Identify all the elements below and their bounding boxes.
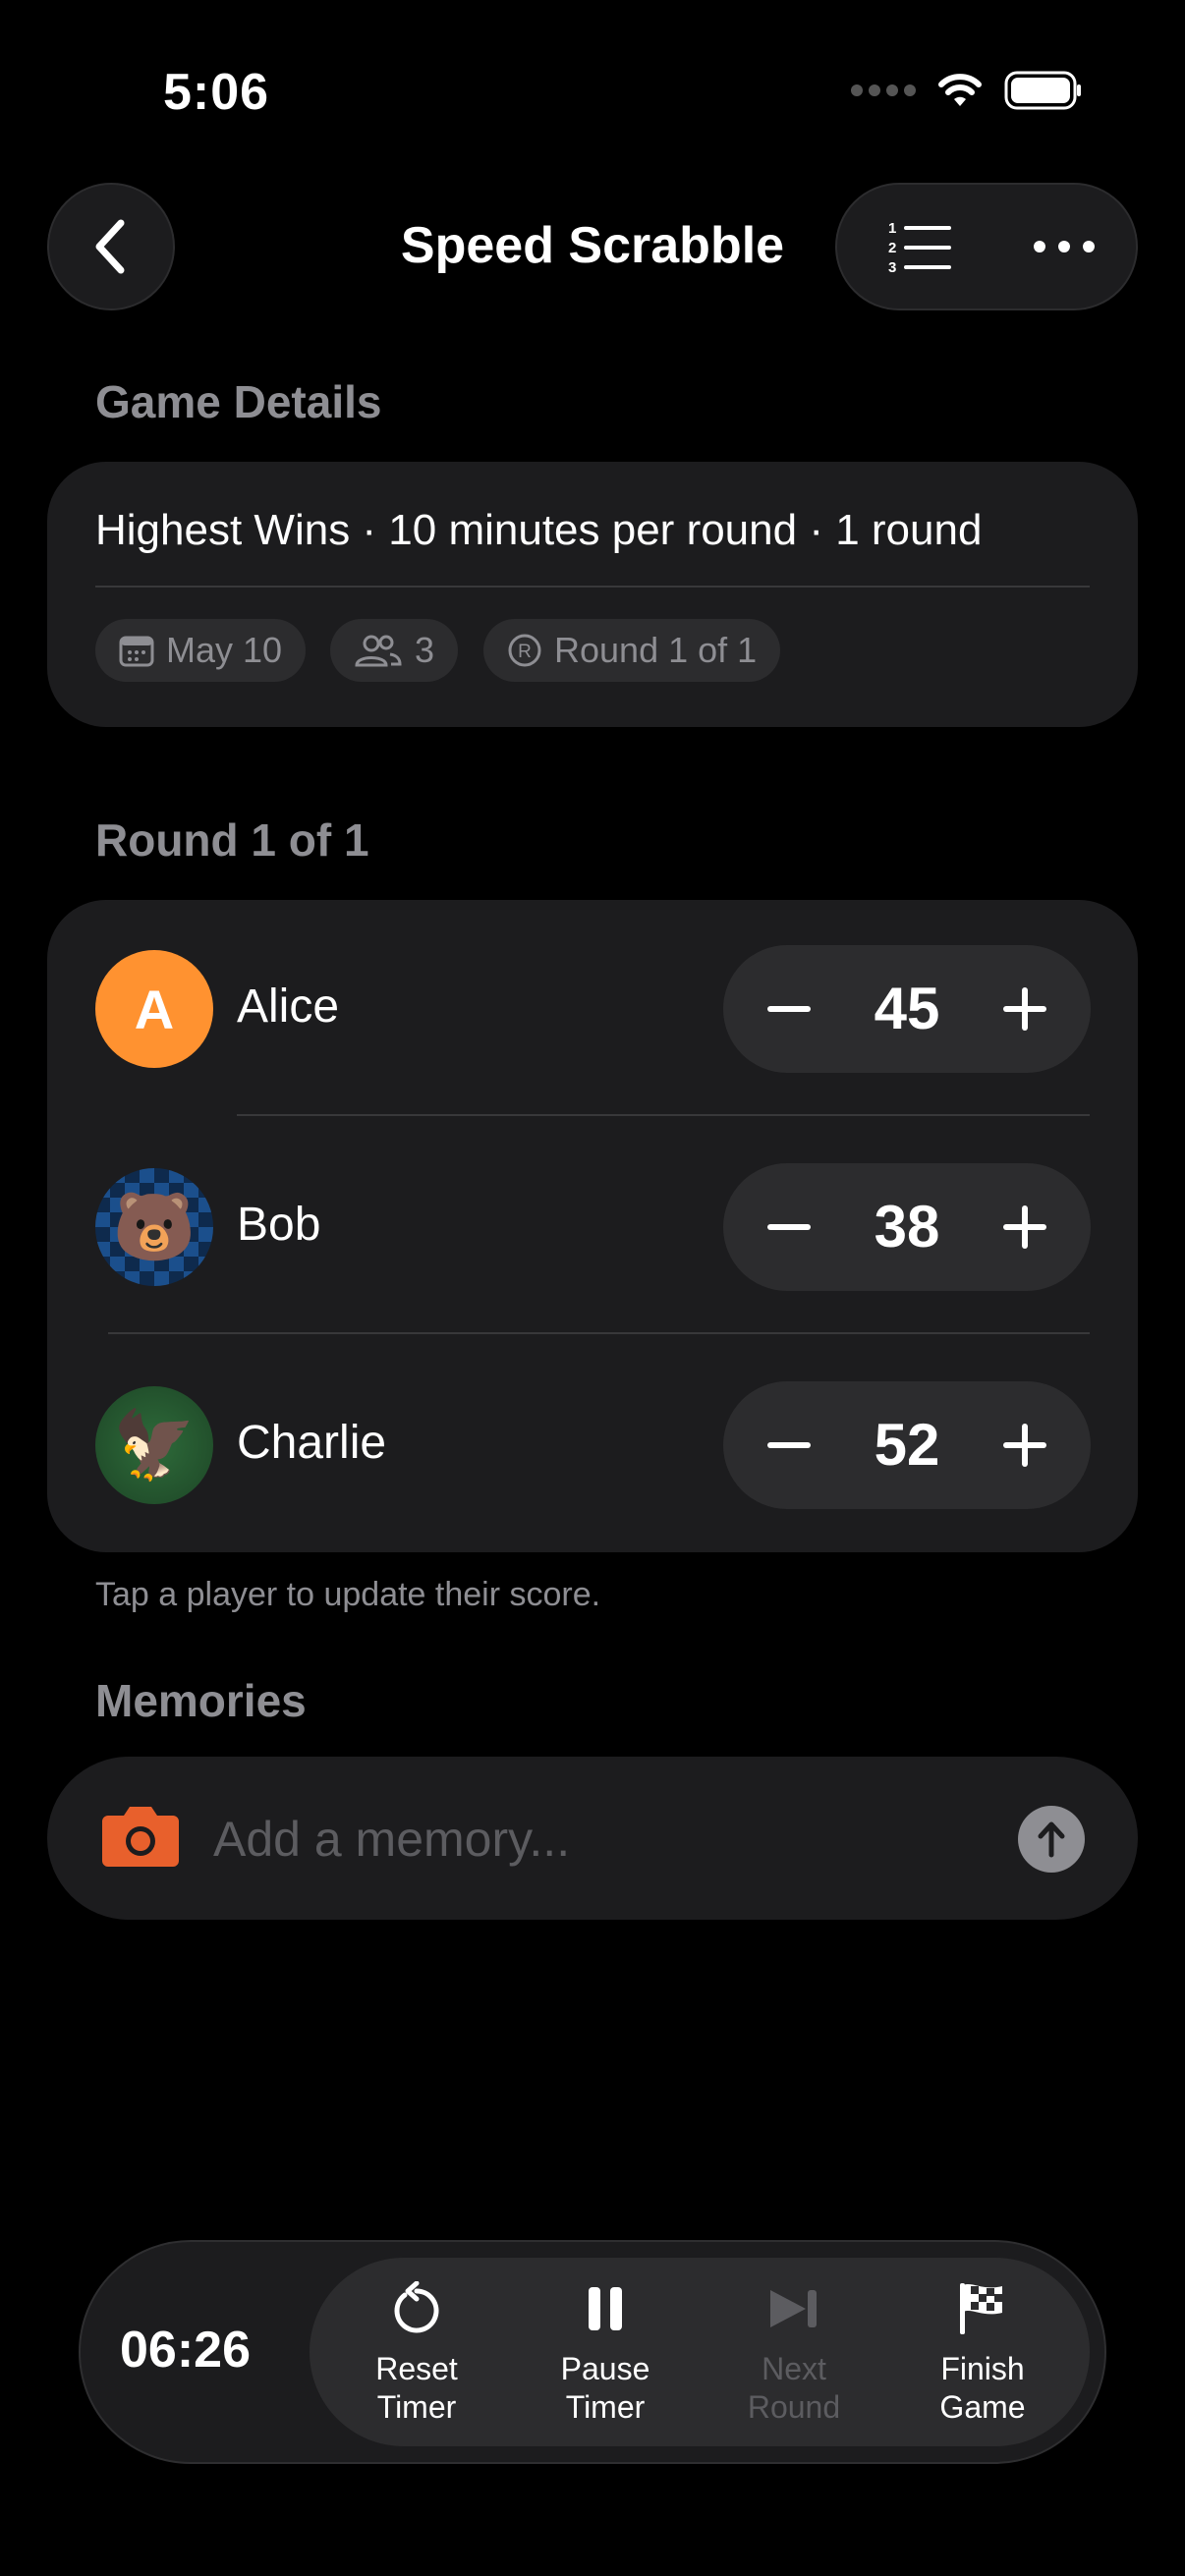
battery-icon bbox=[1004, 71, 1081, 110]
decrement-button[interactable] bbox=[735, 1381, 843, 1509]
score-stepper: 38 bbox=[723, 1163, 1091, 1291]
avatar: 🐻 bbox=[95, 1168, 213, 1286]
action-label: Finish bbox=[940, 2351, 1025, 2386]
player-row-charlie[interactable]: 🦅 Charlie 52 bbox=[47, 1336, 1138, 1554]
action-label: Next bbox=[762, 2351, 826, 2386]
finish-game-button[interactable]: Finish Game bbox=[889, 2277, 1076, 2427]
action-label: Pause bbox=[560, 2351, 650, 2386]
increment-button[interactable] bbox=[971, 1381, 1079, 1509]
plus-icon bbox=[1003, 1205, 1046, 1249]
pause-timer-button[interactable]: Pause Timer bbox=[512, 2277, 699, 2427]
numbered-list-icon: 1 2 3 bbox=[888, 220, 951, 274]
increment-button[interactable] bbox=[971, 1163, 1079, 1291]
checkered-flag-icon bbox=[960, 2283, 1002, 2334]
divider bbox=[108, 1332, 1090, 1334]
ellipsis-icon bbox=[1034, 241, 1095, 252]
players-chip-label: 3 bbox=[415, 630, 435, 670]
date-chip-label: May 10 bbox=[166, 630, 283, 670]
cellular-signal-icon bbox=[851, 84, 916, 96]
memory-composer bbox=[47, 1757, 1138, 1920]
round-header: Round 1 of 1 bbox=[95, 814, 369, 866]
status-time: 5:06 bbox=[163, 64, 270, 121]
action-label: Timer bbox=[565, 2389, 646, 2425]
svg-text:R: R bbox=[518, 642, 532, 662]
score-stepper: 45 bbox=[723, 945, 1091, 1073]
arrow-up-icon bbox=[1038, 1821, 1065, 1858]
camera-button[interactable] bbox=[100, 1804, 181, 1874]
avatar: A bbox=[95, 950, 213, 1068]
nav-actions-pill: 1 2 3 bbox=[835, 183, 1138, 310]
svg-text:3: 3 bbox=[888, 259, 896, 274]
increment-button[interactable] bbox=[971, 945, 1079, 1073]
player-name: Charlie bbox=[237, 1417, 387, 1469]
action-label: Reset bbox=[375, 2351, 458, 2386]
plus-icon bbox=[1003, 987, 1046, 1031]
round-r-icon: R bbox=[508, 634, 541, 667]
player-row-bob[interactable]: 🐻 Bob 38 bbox=[47, 1118, 1138, 1336]
memories-header: Memories bbox=[95, 1675, 307, 1726]
score-value: 45 bbox=[874, 976, 940, 1041]
people-icon bbox=[355, 635, 402, 667]
pause-icon bbox=[589, 2287, 622, 2330]
divider bbox=[237, 1114, 1090, 1116]
calendar-icon bbox=[119, 636, 154, 667]
minus-icon bbox=[767, 1442, 811, 1448]
round-chip-label: Round 1 of 1 bbox=[554, 630, 758, 670]
reset-timer-button[interactable]: Reset Timer bbox=[323, 2277, 510, 2427]
score-hint: Tap a player to update their score. bbox=[95, 1576, 601, 1613]
timer-display: 06:26 bbox=[120, 2322, 251, 2379]
reset-icon bbox=[394, 2281, 439, 2333]
status-icons bbox=[851, 71, 1083, 110]
more-button[interactable] bbox=[1010, 204, 1118, 289]
round-chip: R Round 1 of 1 bbox=[483, 619, 781, 682]
camera-icon bbox=[102, 1807, 179, 1867]
game-details-card bbox=[47, 462, 1138, 727]
player-row-alice[interactable]: A Alice 45 bbox=[47, 900, 1138, 1118]
game-details-header: Game Details bbox=[95, 376, 382, 427]
avatar: 🦅 bbox=[95, 1386, 213, 1504]
action-label: Timer bbox=[376, 2389, 457, 2425]
leaderboard-button[interactable]: 1 2 3 bbox=[867, 204, 975, 289]
game-summary: Highest Wins · 10 minutes per round · 1 … bbox=[95, 506, 983, 554]
decrement-button[interactable] bbox=[735, 945, 843, 1073]
divider bbox=[95, 586, 1090, 588]
plus-icon bbox=[1003, 1424, 1046, 1467]
next-icon bbox=[770, 2290, 817, 2327]
memory-input[interactable]: Add a memory... bbox=[213, 1811, 570, 1868]
date-chip: May 10 bbox=[95, 619, 307, 682]
svg-text:2: 2 bbox=[888, 240, 896, 256]
score-value: 38 bbox=[874, 1194, 940, 1260]
players-chip: 3 bbox=[330, 619, 459, 682]
score-value: 52 bbox=[874, 1412, 940, 1478]
minus-icon bbox=[767, 1006, 811, 1012]
svg-text:1: 1 bbox=[888, 220, 896, 237]
action-label: Round bbox=[747, 2389, 841, 2425]
action-label: Game bbox=[939, 2389, 1026, 2425]
player-name: Bob bbox=[237, 1199, 321, 1251]
decrement-button[interactable] bbox=[735, 1163, 843, 1291]
player-name: Alice bbox=[237, 980, 340, 1033]
wifi-icon bbox=[938, 74, 982, 106]
send-memory-button[interactable] bbox=[1018, 1806, 1085, 1873]
next-round-button[interactable]: Next Round bbox=[701, 2277, 887, 2427]
minus-icon bbox=[767, 1224, 811, 1230]
score-stepper: 52 bbox=[723, 1381, 1091, 1509]
